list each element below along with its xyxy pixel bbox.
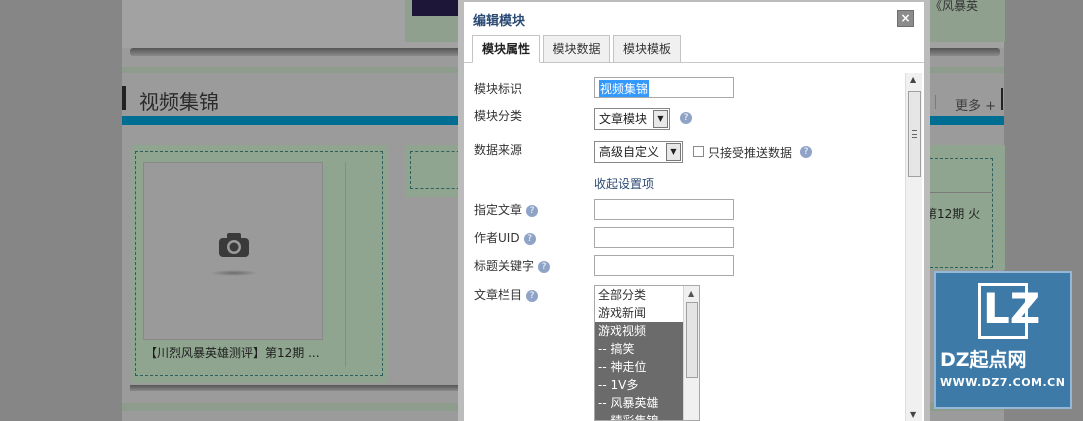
title-keyword-label: 标题关键字? (474, 257, 551, 274)
push-only-checkbox[interactable] (693, 146, 704, 157)
watermark-name: DZ起点网 (940, 349, 1027, 371)
listbox-scrollbar[interactable]: ▲ (683, 286, 699, 420)
dialog-scrollbar[interactable]: ▲ ▼ (905, 73, 922, 421)
author-uid-field[interactable] (594, 227, 734, 248)
dialog-scroll-thumb[interactable] (908, 91, 921, 177)
help-icon[interactable]: ? (538, 260, 551, 273)
right-divider (930, 192, 992, 193)
module-id-value: 视频集锦 (599, 80, 650, 97)
data-source-value: 高级自定义 (599, 145, 660, 159)
module-category-label: 模块分类 (474, 109, 523, 123)
watermark-letters: LZ (983, 284, 1041, 333)
listbox-scroll-thumb[interactable] (686, 302, 698, 378)
close-button[interactable]: × (897, 10, 914, 27)
author-uid-label: 作者UID? (474, 229, 536, 246)
help-icon[interactable]: ? (523, 232, 536, 245)
list-item[interactable]: 游戏视频 (595, 322, 683, 340)
list-item[interactable]: -- 1V多 (595, 376, 683, 394)
scroll-up-icon[interactable]: ▲ (910, 75, 916, 84)
camera-shadow (210, 270, 258, 276)
video-caption[interactable]: 【川烈风暴英雄测评】第12期 ... (145, 344, 320, 361)
list-item[interactable]: -- 风暴英雄 (595, 394, 683, 412)
title-keyword-field[interactable] (594, 255, 734, 276)
chevron-down-icon: ▼ (653, 110, 668, 128)
data-source-label: 数据来源 (474, 143, 523, 157)
grip-icon (912, 130, 917, 138)
author-uid-input[interactable] (595, 228, 733, 247)
tab-module-data[interactable]: 模块数据 (543, 35, 610, 63)
list-item[interactable]: 游戏新闻 (595, 304, 683, 322)
scroll-up-icon[interactable]: ▲ (688, 289, 694, 298)
module-id-label: 模块标识 (474, 82, 523, 96)
watermark-lz-mark: LZ (978, 283, 1040, 339)
data-source-select[interactable]: 高级自定义 ▼ (594, 141, 683, 163)
tab-module-template[interactable]: 模块模板 (613, 35, 681, 63)
section-title-marker (122, 86, 126, 110)
help-icon[interactable]: ? (526, 289, 539, 302)
dialog-title: 编辑模块 (473, 14, 526, 29)
article-column-label: 文章栏目? (474, 286, 539, 303)
specify-article-label: 指定文章? (474, 201, 539, 218)
list-item[interactable]: -- 搞笑 (595, 340, 683, 358)
top-right-text: 《风暴英 (930, 0, 979, 13)
specify-article-field[interactable] (594, 199, 734, 220)
module-category-value: 文章模块 (599, 112, 648, 126)
scroll-down-icon[interactable]: ▼ (910, 410, 916, 419)
list-item[interactable]: -- 精彩集锦 (595, 412, 683, 420)
list-item[interactable]: -- 神走位 (595, 358, 683, 376)
camera-icon (219, 233, 249, 257)
article-column-listbox[interactable]: 全部分类 游戏新闻 游戏视频 -- 搞笑 -- 神走位 -- 1V多 -- 风暴… (594, 285, 700, 421)
watermark-url: WWW.DZ7.COM.CN (940, 376, 1066, 389)
specify-article-input[interactable] (595, 200, 733, 219)
module-outline-2 (410, 151, 465, 189)
card-divider (345, 162, 346, 367)
chevron-down-icon: ▼ (666, 143, 681, 161)
section-right-marker (1001, 88, 1003, 110)
right-snippet[interactable]: 第12期 火 (925, 205, 980, 222)
help-icon[interactable]: ? (680, 112, 692, 124)
author-uid-text: 作者UID (474, 231, 520, 245)
help-icon[interactable]: ? (800, 146, 812, 158)
list-item[interactable]: 全部分类 (595, 286, 683, 304)
title-keyword-text: 标题关键字 (474, 259, 535, 273)
specify-article-text: 指定文章 (474, 203, 523, 217)
help-icon[interactable]: ? (526, 204, 539, 217)
module-id-field[interactable]: 视频集锦 (594, 77, 734, 98)
collapse-settings-link[interactable]: 收起设置项 (594, 175, 654, 192)
article-column-text: 文章栏目 (474, 288, 523, 302)
push-only-label[interactable]: 只接受推送数据 (708, 144, 792, 161)
section-title: 视频集锦 (139, 90, 219, 114)
module-category-select[interactable]: 文章模块 ▼ (594, 108, 670, 130)
more-divider (935, 95, 936, 109)
title-keyword-input[interactable] (595, 256, 733, 275)
tab-module-properties[interactable]: 模块属性 (472, 35, 540, 63)
more-link[interactable]: 更多 + (955, 95, 996, 114)
